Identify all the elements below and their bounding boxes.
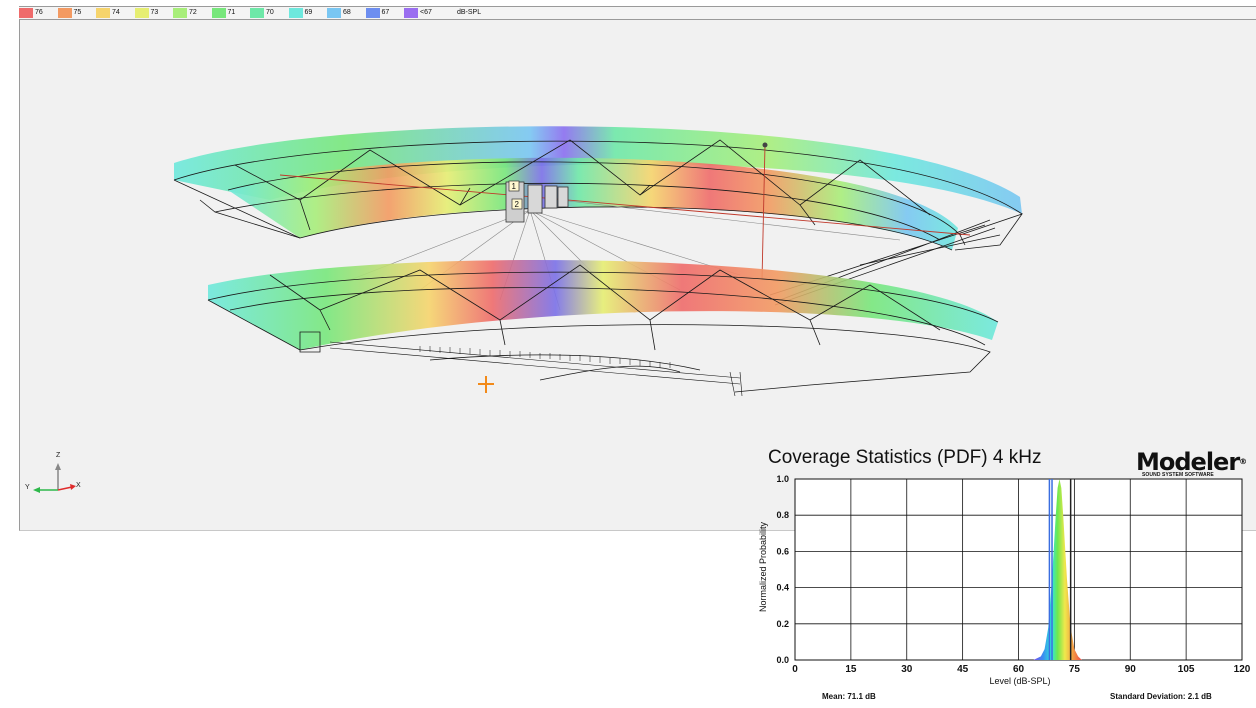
stage-railing <box>329 341 743 397</box>
legend-swatch <box>173 8 187 18</box>
speaker-box <box>557 186 569 208</box>
speaker-array-cluster[interactable]: 1 2 <box>505 180 569 223</box>
speaker-box <box>544 185 558 209</box>
legend-label: 74 <box>112 9 120 16</box>
chart-title: Coverage Statistics (PDF) 4 kHz <box>768 447 1042 468</box>
legend-swatch <box>365 8 380 18</box>
brand-mark: ® <box>1239 457 1247 466</box>
x-tick-label: 15 <box>845 664 857 675</box>
legend-swatch <box>250 8 264 18</box>
legend-swatch <box>57 8 72 18</box>
z-axis-label: Z <box>56 452 61 459</box>
legend-swatch <box>404 8 418 18</box>
spl-color-legend: 76 75 74 73 72 71 70 69 68 67 <67 dB-SPL <box>19 6 1256 20</box>
legend-label: 73 <box>150 9 159 16</box>
y-tick-label: 0.2 <box>776 619 789 629</box>
legend-label: 71 <box>227 9 236 16</box>
listener-position-marker[interactable] <box>478 376 494 393</box>
legend-label: 69 <box>304 9 313 16</box>
legend-swatch <box>134 8 149 18</box>
x-tick-label: 45 <box>957 664 969 675</box>
speaker-label-2: 2 <box>515 200 520 209</box>
legend-label: 72 <box>189 9 197 16</box>
y-axis-title: Normalized Probability <box>758 521 768 613</box>
legend-label: 67 <box>381 9 390 16</box>
speaker-label-1: 1 <box>512 182 517 191</box>
y-axis-label: Y <box>25 484 30 491</box>
y-tick-label: 0.4 <box>776 583 789 593</box>
x-tick-label: 120 <box>1234 664 1251 675</box>
x-tick-label: 30 <box>901 664 913 675</box>
z-axis-arrow <box>55 463 61 470</box>
lower-tier-band <box>208 260 998 350</box>
legend-swatch <box>19 8 33 18</box>
legend-swatch <box>327 8 341 18</box>
x-axis-title: Level (dB-SPL) <box>989 676 1051 686</box>
x-axis-line <box>57 486 73 491</box>
x-tick-label: 90 <box>1125 664 1137 675</box>
legend-label: 68 <box>343 9 351 16</box>
x-tick-label: 105 <box>1178 664 1195 675</box>
y-tick-label: 1.0 <box>776 474 789 484</box>
legend-label: 70 <box>266 9 274 16</box>
upper-speaker-node[interactable] <box>762 142 768 148</box>
axis-gizmo: Z Y X <box>20 452 90 502</box>
y-tick-label: 0.8 <box>776 510 789 520</box>
venue-3d-model[interactable]: 1 2 0 15 30 45 60 75 90 105 120 0.0 0.2 0.4 0.6 0.8 1… <box>0 0 1256 708</box>
x-tick-label: 75 <box>1069 664 1081 675</box>
y-axis-arrow <box>33 487 40 493</box>
legend-label: 75 <box>73 9 82 16</box>
legend-unit-label: dB-SPL <box>457 9 482 16</box>
x-tick-label: 0 <box>792 664 798 675</box>
legend-swatch <box>288 8 303 18</box>
modeler-logo: Modeler® SOUND SYSTEM SOFTWARE <box>1136 450 1247 478</box>
y-tick-label: 0.6 <box>776 546 789 556</box>
y-tick-labels: 0.0 0.2 0.4 0.6 0.8 1.0 <box>776 474 789 665</box>
pdf-chart: 0 15 30 45 60 75 90 105 120 0.0 0.2 0.4 0.6 0.8 1.0 <box>776 474 1250 675</box>
legend-label: <67 <box>420 9 432 16</box>
std-dev-value: Standard Deviation: 2.1 dB <box>1110 692 1212 701</box>
x-tick-label: 60 <box>1013 664 1025 675</box>
legend-label: 76 <box>35 9 43 16</box>
legend-swatch <box>96 8 110 18</box>
speaker-box <box>527 184 543 214</box>
y-tick-label: 0.0 <box>776 655 789 665</box>
mean-value: Mean: 71.1 dB <box>822 692 876 701</box>
legend-swatch <box>211 8 226 18</box>
x-tick-labels: 0 15 30 45 60 75 90 105 120 <box>792 664 1251 675</box>
x-axis-label: X <box>76 482 81 489</box>
